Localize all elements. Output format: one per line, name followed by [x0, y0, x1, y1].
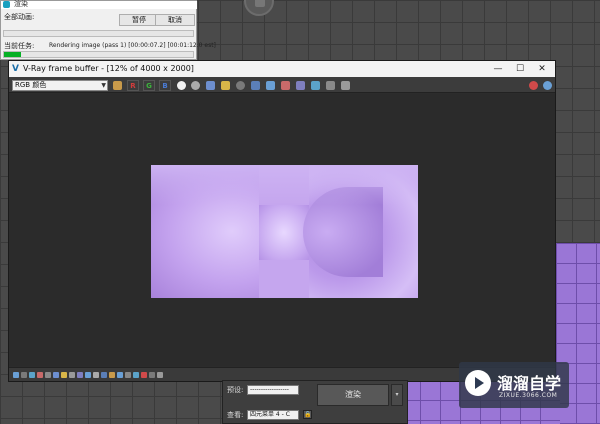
progress-dialog-title: 渲染: [14, 0, 28, 8]
region-render-icon[interactable]: [266, 81, 275, 90]
close-button[interactable]: ✕: [535, 63, 549, 75]
statusbar-icon-18[interactable]: [149, 372, 155, 378]
track-mouse-icon[interactable]: [281, 81, 290, 90]
app-icon: [3, 1, 10, 8]
statusbar-icon-8[interactable]: [69, 372, 75, 378]
vray-frame-buffer-window: V V-Ray frame buffer - [12% of 4000 x 20…: [8, 60, 556, 382]
duplicate-to-mplay-icon[interactable]: [251, 81, 260, 90]
render-progress-dialog: 渲染 全部动画: 暂停 取消 当前任务: Rendering image (pa…: [0, 0, 216, 60]
vfb-canvas[interactable]: [9, 94, 555, 366]
progress-dialog-titlebar: 渲染: [1, 0, 197, 9]
vray-logo-icon: V: [12, 64, 19, 74]
render-settings-panel: 预设: ------------------ 查看: 四元菜单 4 - C 🔒 …: [222, 380, 408, 424]
channel-select-value: RGB 颜色: [15, 81, 47, 89]
all-animations-progress-bar: [3, 30, 194, 37]
load-image-icon[interactable]: [221, 81, 230, 90]
current-task-progress-bar: [3, 51, 194, 58]
viewcube-icon[interactable]: [244, 0, 274, 16]
statusbar-icon-1[interactable]: [13, 372, 19, 378]
statusbar-icon-16[interactable]: [133, 372, 139, 378]
statusbar-icon-9[interactable]: [77, 372, 83, 378]
maximize-button[interactable]: ☐: [513, 63, 527, 75]
pixel-info-icon[interactable]: [311, 81, 320, 90]
statusbar-icon-7[interactable]: [61, 372, 67, 378]
stop-render-icon[interactable]: [529, 81, 538, 90]
vfb-toolbar: RGB 颜色 ▼ R G B: [9, 77, 555, 93]
lens-effects-icon[interactable]: [341, 81, 350, 90]
room-back-wall: [259, 205, 309, 260]
play-logo-icon: [465, 370, 491, 396]
viewcube-inner: [255, 0, 265, 7]
watermark-name: 溜溜自学: [497, 374, 562, 393]
current-task-progress-fill: [4, 52, 21, 57]
color-correction-icon[interactable]: [326, 81, 335, 90]
statusbar-icon-14[interactable]: [117, 372, 123, 378]
render-button[interactable]: 渲染: [317, 384, 389, 406]
cancel-button[interactable]: 取消: [155, 14, 195, 26]
view-label: 查看:: [227, 411, 244, 419]
vfb-title: V-Ray frame buffer - [12% of 4000 x 2000…: [23, 64, 194, 73]
alpha-channel-icon[interactable]: [177, 81, 186, 90]
channel-select[interactable]: RGB 颜色 ▼: [12, 80, 108, 91]
pause-button[interactable]: 暂停: [119, 14, 159, 26]
view-select[interactable]: 四元菜单 4 - C: [247, 410, 299, 420]
statusbar-icon-17[interactable]: [141, 372, 147, 378]
statusbar-icon-15[interactable]: [125, 372, 131, 378]
red-channel-button[interactable]: R: [127, 80, 139, 91]
preset-label: 预设:: [227, 386, 244, 394]
minimize-button[interactable]: —: [491, 63, 505, 75]
current-task-label: 当前任务:: [4, 42, 35, 50]
watermark: 溜溜自学 ZIXUE.3066.COM: [459, 362, 569, 408]
show-corrections-icon[interactable]: [543, 81, 552, 90]
room-ceiling: [151, 165, 418, 205]
lock-icon[interactable]: 🔒: [303, 410, 312, 419]
mono-channel-icon[interactable]: [191, 81, 200, 90]
preset-select[interactable]: ------------------: [247, 385, 299, 395]
render-image: [151, 165, 418, 298]
statusbar-icon-3[interactable]: [29, 372, 35, 378]
current-task-status: Rendering image (pass 1) [00:00:07.2] [0…: [49, 42, 216, 49]
statusbar-icon-10[interactable]: [85, 372, 91, 378]
green-channel-button[interactable]: G: [143, 80, 155, 91]
clear-image-icon[interactable]: [236, 81, 245, 90]
all-animations-label: 全部动画:: [4, 13, 35, 21]
statusbar-icon-2[interactable]: [21, 372, 27, 378]
save-image-icon[interactable]: [206, 81, 215, 90]
statusbar-icon-11[interactable]: [93, 372, 99, 378]
statusbar-icon-12[interactable]: [101, 372, 107, 378]
statusbar-icon-4[interactable]: [37, 372, 43, 378]
statusbar-icon-5[interactable]: [45, 372, 51, 378]
chevron-down-icon: ▼: [101, 82, 106, 89]
watermark-url: ZIXUE.3066.COM: [499, 392, 558, 399]
statusbar-icon-6[interactable]: [53, 372, 59, 378]
statusbar-icon-19[interactable]: [157, 372, 163, 378]
link-to-viewport-icon[interactable]: [296, 81, 305, 90]
vfb-titlebar[interactable]: V V-Ray frame buffer - [12% of 4000 x 20…: [9, 61, 555, 77]
statusbar-icon-13[interactable]: [109, 372, 115, 378]
render-dropdown-icon[interactable]: ▾: [391, 384, 403, 406]
blue-channel-button[interactable]: B: [159, 80, 171, 91]
save-channel-icon[interactable]: [113, 81, 122, 90]
